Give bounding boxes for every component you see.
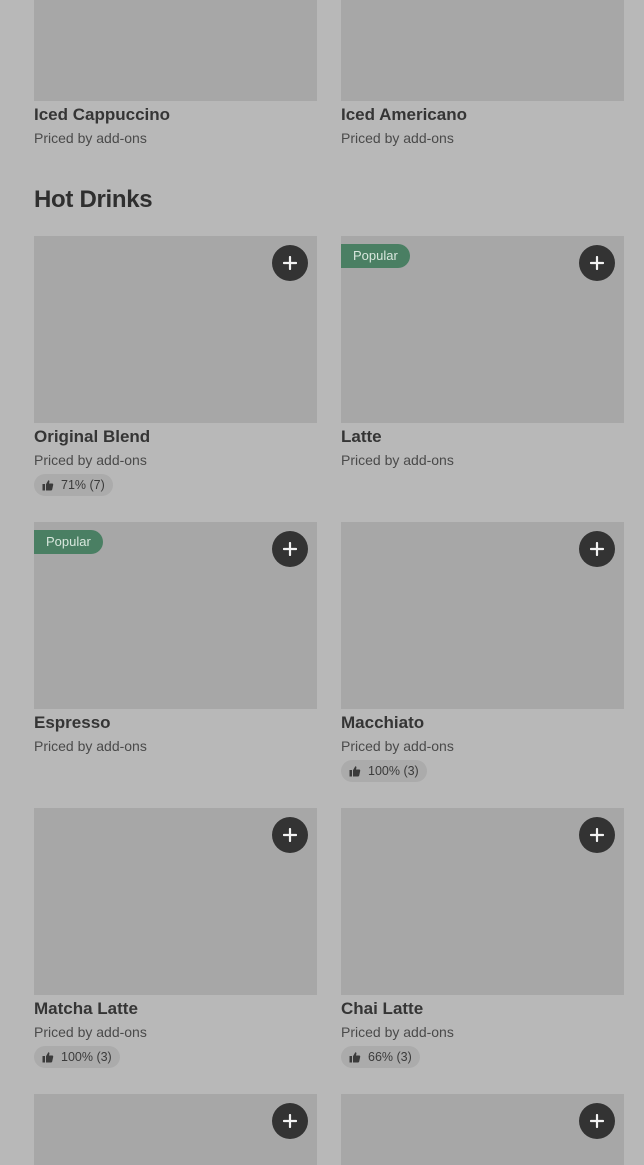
- thumbs-up-icon: [349, 765, 361, 777]
- plus-icon: [283, 1114, 297, 1128]
- item-name: Iced Americano: [341, 105, 467, 124]
- rating-text: 66% (3): [368, 1050, 412, 1064]
- item-name: Latte: [341, 427, 382, 446]
- item-image: [34, 236, 317, 423]
- menu-item-card[interactable]: Macchiato Priced by add-ons 100% (3): [341, 522, 624, 782]
- plus-icon: [590, 542, 604, 556]
- plus-icon: [283, 828, 297, 842]
- menu-item-card[interactable]: Popular Espresso Priced by add-ons: [34, 522, 317, 754]
- item-image: [34, 1094, 317, 1165]
- item-image: [34, 808, 317, 995]
- item-price: Priced by add-ons: [341, 1024, 454, 1040]
- menu-item-card[interactable]: Original Blend Priced by add-ons 71% (7): [34, 236, 317, 496]
- add-button[interactable]: [272, 817, 308, 853]
- item-name: Chai Latte: [341, 999, 424, 1018]
- item-image: [341, 808, 624, 995]
- rating-text: 100% (3): [61, 1050, 112, 1064]
- thumbs-up-icon: [42, 479, 54, 491]
- item-price: Priced by add-ons: [34, 738, 147, 754]
- plus-icon: [283, 256, 297, 270]
- add-button[interactable]: [579, 245, 615, 281]
- item-name: Original Blend: [34, 427, 151, 446]
- add-button[interactable]: [272, 531, 308, 567]
- item-price: Priced by add-ons: [34, 130, 147, 146]
- plus-icon: [590, 828, 604, 842]
- menu-item-card[interactable]: Iced Americano Priced by add-ons: [341, 0, 624, 146]
- item-image: Popular: [34, 522, 317, 709]
- item-name: Matcha Latte: [34, 999, 138, 1018]
- item-price: Priced by add-ons: [341, 452, 454, 468]
- plus-icon: [283, 542, 297, 556]
- item-image: [341, 1094, 624, 1165]
- menu-item-card[interactable]: Chai Latte Priced by add-ons 66% (3): [341, 808, 624, 1068]
- thumbs-up-icon: [349, 1051, 361, 1063]
- plus-icon: [590, 1114, 604, 1128]
- popular-badge: Popular: [34, 530, 103, 554]
- menu-item-card[interactable]: [341, 1094, 624, 1165]
- rating-pill: 71% (7): [34, 474, 113, 496]
- rating-pill: 100% (3): [34, 1046, 120, 1068]
- add-button[interactable]: [579, 531, 615, 567]
- item-image: [341, 0, 624, 101]
- rating-text: 100% (3): [368, 764, 419, 778]
- item-price: Priced by add-ons: [34, 452, 147, 468]
- item-name: Macchiato: [341, 713, 425, 732]
- add-button[interactable]: [579, 817, 615, 853]
- popular-badge: Popular: [341, 244, 410, 268]
- item-image: [34, 0, 317, 101]
- menu-item-card[interactable]: [34, 1094, 317, 1165]
- item-price: Priced by add-ons: [34, 1024, 147, 1040]
- add-button[interactable]: [579, 1103, 615, 1139]
- add-button[interactable]: [272, 1103, 308, 1139]
- menu-item-card[interactable]: Iced Cappuccino Priced by add-ons: [34, 0, 317, 146]
- plus-icon: [590, 256, 604, 270]
- item-price: Priced by add-ons: [341, 738, 454, 754]
- item-price: Priced by add-ons: [341, 130, 454, 146]
- rating-pill: 100% (3): [341, 760, 427, 782]
- rating-pill: 66% (3): [341, 1046, 420, 1068]
- menu-page: Iced Cappuccino Priced by add-ons Iced A…: [0, 0, 644, 1165]
- item-image: [341, 522, 624, 709]
- section-title: Hot Drinks: [34, 186, 153, 213]
- item-name: Espresso: [34, 713, 111, 732]
- thumbs-up-icon: [42, 1051, 54, 1063]
- item-image: Popular: [341, 236, 624, 423]
- item-name: Iced Cappuccino: [34, 105, 171, 124]
- add-button[interactable]: [272, 245, 308, 281]
- rating-text: 71% (7): [61, 478, 105, 492]
- menu-item-card[interactable]: Popular Latte Priced by add-ons: [341, 236, 624, 468]
- menu-item-card[interactable]: Matcha Latte Priced by add-ons 100% (3): [34, 808, 317, 1068]
